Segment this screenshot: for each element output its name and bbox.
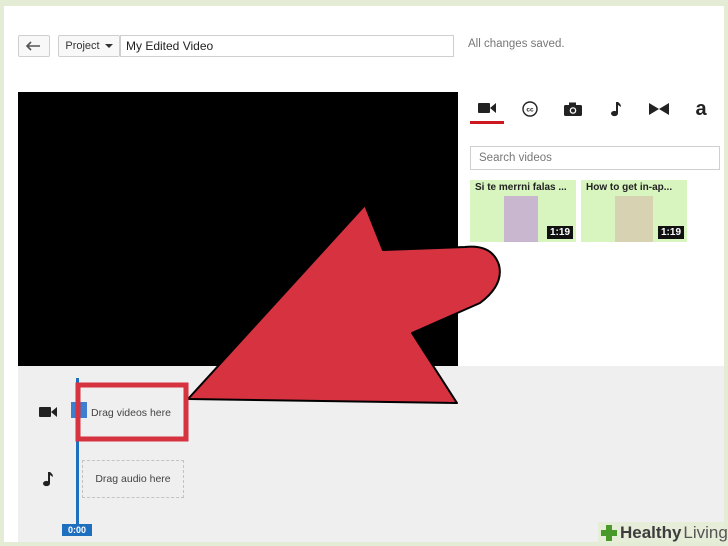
svg-text:cc: cc [526,107,534,114]
save-status: All changes saved. [468,38,565,50]
audio-track-icon [40,470,56,488]
watermark-brand2: Living [683,523,728,542]
video-camera-icon [39,407,57,417]
video-title: Si te merrni falas ... [475,182,567,193]
audio-drop-label: Drag audio here [95,473,171,485]
thumbnail-image [615,196,653,242]
clip-marker [71,402,87,418]
transitions-icon [649,103,669,115]
project-title-input[interactable] [120,35,454,57]
video-thumbnail[interactable]: How to get in-ap... 1:19 [581,180,687,242]
video-drop-zone[interactable]: Drag videos here [76,386,186,440]
tab-text[interactable]: a [684,94,718,124]
tab-transitions[interactable] [642,94,676,124]
tab-audio[interactable] [599,94,633,124]
tab-captions[interactable]: cc [513,94,547,124]
undo-button[interactable] [18,35,50,57]
caret-down-icon [104,44,113,48]
project-menu-button[interactable]: Project [58,35,120,57]
video-camera-icon [478,102,496,113]
plus-leaf-icon [601,525,617,541]
watermark: Healthy Living [598,522,728,544]
tool-tabs: cc a [470,94,724,124]
music-note-icon [611,102,621,117]
video-track-icon [38,404,58,420]
playhead[interactable] [76,378,79,528]
video-thumbnail[interactable]: Si te merrni falas ... 1:19 [470,180,576,242]
project-menu-label: Project [65,40,100,52]
music-note-icon [43,472,53,487]
text-icon: a [695,98,707,120]
undo-arrow-icon [26,41,40,51]
photo-camera-icon [564,102,582,116]
video-duration: 1:19 [546,226,573,239]
video-preview[interactable] [18,92,458,366]
tab-photos[interactable] [556,94,590,124]
video-drop-label: Drag videos here [91,407,171,419]
search-videos-input[interactable] [470,146,720,170]
tab-videos[interactable] [470,94,504,124]
audio-drop-zone[interactable]: Drag audio here [82,460,184,498]
watermark-brand: Healthy [620,523,682,542]
playhead-time: 0:00 [62,524,92,536]
closed-captions-icon: cc [522,101,538,117]
video-editor-window: Project All changes saved. cc [4,6,724,542]
video-title: How to get in-ap... [586,182,673,193]
video-duration: 1:19 [657,226,684,239]
thumbnail-image [504,196,538,242]
